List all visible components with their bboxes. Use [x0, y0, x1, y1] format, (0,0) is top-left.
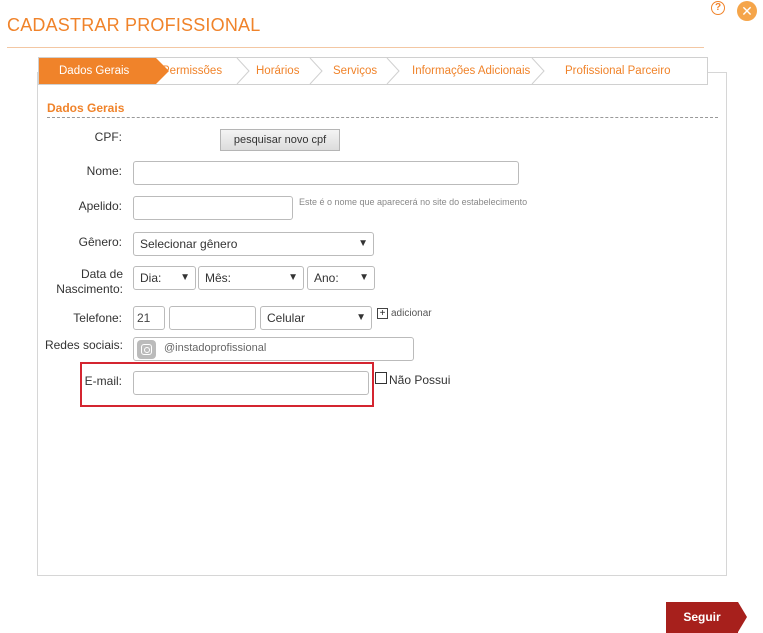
- page-title: CADASTRAR PROFISSIONAL: [7, 15, 261, 35]
- close-icon[interactable]: ✕: [737, 1, 757, 21]
- add-phone-link[interactable]: adicionar: [391, 308, 432, 319]
- telefone-numero-field[interactable]: [169, 306, 256, 330]
- section-divider: [47, 117, 718, 118]
- apelido-label: Apelido:: [78, 199, 122, 213]
- genero-select[interactable]: Selecionar gênero ▼: [133, 232, 374, 256]
- search-cpf-button[interactable]: pesquisar novo cpf: [220, 129, 340, 151]
- nao-possui-label: Não Possui: [389, 373, 451, 387]
- redes-label: Redes sociais:: [44, 338, 123, 352]
- nome-field[interactable]: [133, 161, 519, 185]
- email-label: E-mail:: [84, 374, 122, 388]
- email-field[interactable]: [133, 371, 369, 395]
- tab-separator-icon: [309, 58, 323, 84]
- chevron-down-icon: ▼: [180, 272, 190, 283]
- apelido-field[interactable]: [133, 196, 293, 220]
- telefone-tipo-selected: Celular: [267, 311, 306, 325]
- apelido-hint: Este é o nome que aparecerá no site do e…: [299, 197, 528, 207]
- section-title: Dados Gerais: [47, 101, 125, 115]
- next-button[interactable]: Seguir: [666, 602, 747, 633]
- ano-select[interactable]: Ano: ▼: [307, 266, 375, 290]
- dia-select[interactable]: Dia: ▼: [133, 266, 196, 290]
- chevron-down-icon: ▼: [358, 238, 368, 249]
- title-divider: [7, 47, 704, 48]
- telefone-label: Telefone:: [73, 311, 122, 325]
- tab-permissoes[interactable]: Permissões: [162, 58, 222, 84]
- mes-select[interactable]: Mês: ▼: [198, 266, 304, 290]
- tab-informacoes-adicionais[interactable]: Informações Adicionais: [412, 58, 530, 84]
- telefone-ddd-field[interactable]: [133, 306, 165, 330]
- telefone-tipo-select[interactable]: Celular ▼: [260, 306, 372, 330]
- tab-profissional-parceiro[interactable]: Profissional Parceiro: [565, 58, 670, 84]
- nascimento-label-2: Nascimento:: [56, 282, 123, 296]
- nome-label: Nome:: [86, 164, 122, 178]
- instagram-placeholder: @instadoprofissional: [164, 342, 267, 354]
- tab-bar: Dados Gerais Permissões Horários Serviço…: [38, 57, 708, 85]
- nao-possui-checkbox[interactable]: [375, 372, 387, 384]
- chevron-down-icon: ▼: [288, 272, 298, 283]
- cpf-label: CPF:: [94, 130, 122, 144]
- tab-dados-gerais[interactable]: Dados Gerais: [39, 58, 169, 84]
- tab-separator-icon: [236, 58, 250, 84]
- mes-selected: Mês:: [205, 271, 232, 285]
- instagram-field[interactable]: @instadoprofissional: [133, 337, 414, 361]
- add-icon[interactable]: +: [377, 308, 388, 319]
- chevron-down-icon: ▼: [359, 272, 369, 283]
- instagram-icon: [137, 340, 156, 359]
- tab-horarios[interactable]: Horários: [256, 58, 299, 84]
- tab-separator-icon: [386, 58, 400, 84]
- help-icon[interactable]: ?: [711, 1, 725, 15]
- genero-label: Gênero:: [78, 235, 122, 249]
- nascimento-label-1: Data de: [80, 267, 123, 281]
- ano-selected: Ano:: [314, 271, 339, 285]
- dia-selected: Dia:: [140, 271, 162, 285]
- chevron-down-icon: ▼: [356, 312, 366, 323]
- tab-separator-icon: [531, 58, 545, 84]
- tab-servicos[interactable]: Serviços: [333, 58, 377, 84]
- genero-selected: Selecionar gênero: [140, 237, 238, 251]
